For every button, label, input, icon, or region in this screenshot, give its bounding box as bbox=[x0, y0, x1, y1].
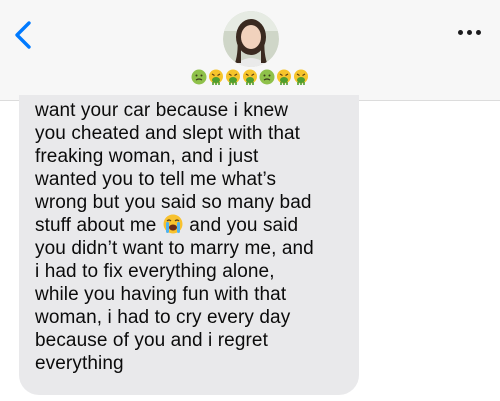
contact-photo bbox=[223, 11, 279, 67]
ellipsis-icon bbox=[457, 29, 463, 35]
nauseated-face-icon bbox=[191, 69, 207, 85]
face-vomiting-icon bbox=[243, 69, 257, 85]
message-line: because of you and i regret bbox=[35, 330, 268, 351]
message-line: stuff about me and you said bbox=[35, 214, 359, 237]
message-text: stuff about me bbox=[35, 215, 157, 236]
message-line: freaking woman, and i just bbox=[35, 146, 259, 167]
more-options-button[interactable] bbox=[454, 22, 484, 42]
ellipsis-icon bbox=[475, 29, 481, 35]
ellipsis-icon bbox=[466, 29, 472, 35]
received-message-bubble[interactable]: want your car because i knew you cheated… bbox=[19, 95, 359, 395]
face-vomiting-icon bbox=[294, 69, 308, 85]
back-button[interactable] bbox=[10, 18, 40, 52]
message-list[interactable]: want your car because i knew you cheated… bbox=[0, 95, 500, 401]
message-line: i had to fix everything alone, bbox=[35, 261, 275, 282]
contact-name[interactable] bbox=[0, 66, 500, 88]
loudly-crying-face-icon bbox=[163, 214, 183, 234]
message-line: wanted you to tell me what’s bbox=[35, 169, 277, 190]
face-vomiting-icon bbox=[209, 69, 223, 85]
message-text: and you said bbox=[189, 215, 299, 236]
message-line: wrong but you said so many bad bbox=[35, 192, 312, 213]
message-line: everything bbox=[35, 353, 124, 374]
avatar[interactable] bbox=[223, 11, 279, 67]
conversation-header bbox=[0, 0, 500, 101]
message-line: while you having fun with that bbox=[35, 284, 287, 305]
face-vomiting-icon bbox=[277, 69, 291, 85]
message-line: you cheated and slept with that bbox=[35, 123, 301, 144]
message-line: you didn’t want to marry me, and bbox=[35, 238, 314, 259]
face-vomiting-icon bbox=[226, 69, 240, 85]
message-line: want your car because i knew bbox=[35, 100, 289, 121]
chevron-left-icon bbox=[15, 21, 31, 49]
message-line: woman, i had to cry every day bbox=[35, 307, 291, 328]
nauseated-face-icon bbox=[259, 69, 275, 85]
